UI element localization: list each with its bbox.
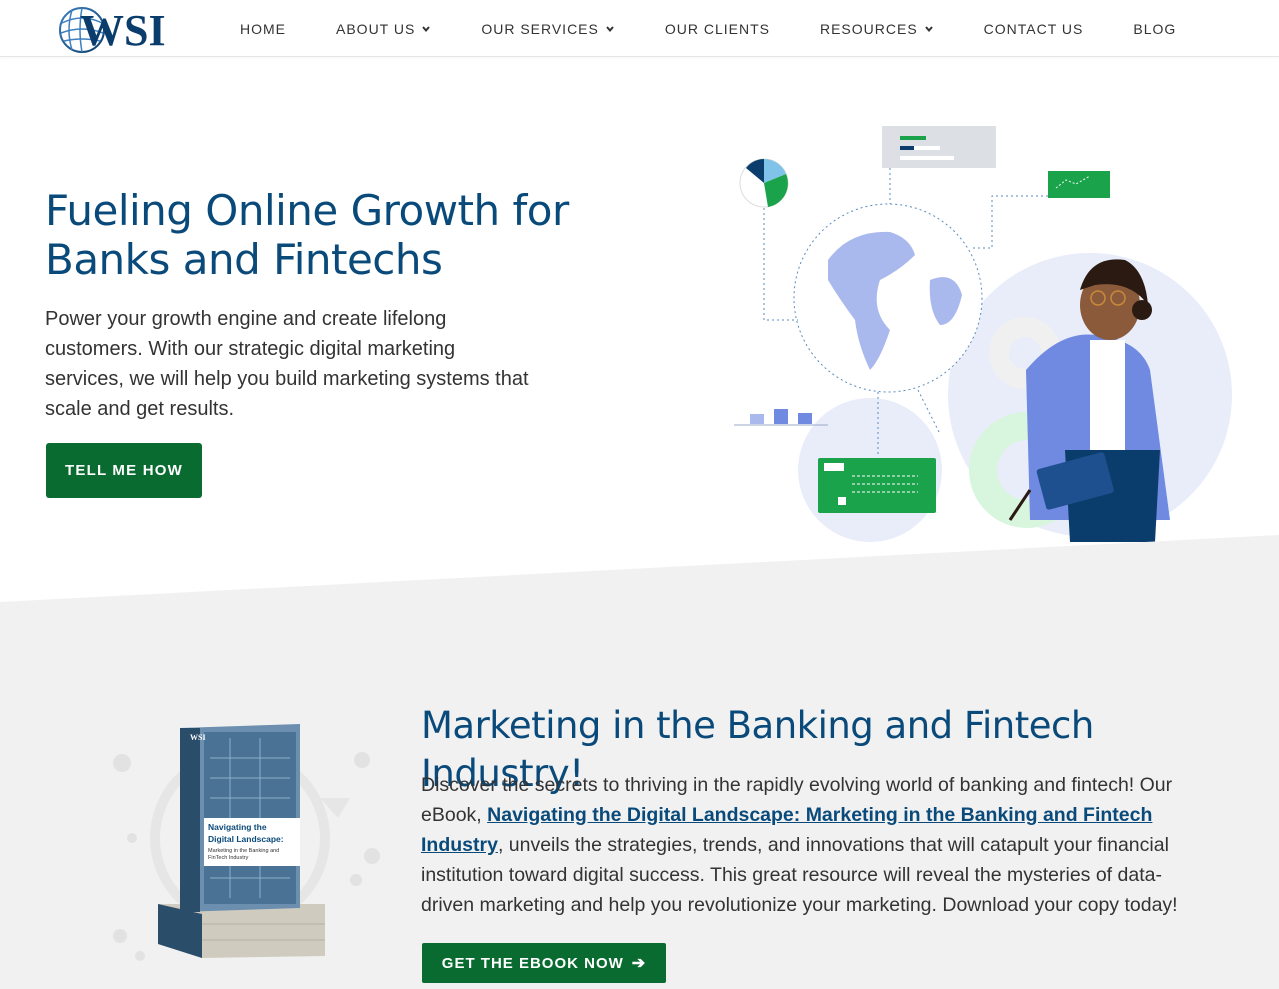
green-card-icon	[1048, 171, 1110, 198]
book-cover-subtitle-line1: Marketing in the Banking and	[208, 848, 279, 854]
book-cover-subtitle-line2: FinTech Industry	[208, 855, 249, 861]
wsi-logo[interactable]: WSI	[56, 3, 176, 55]
book-cover: Navigating the Digital Landscape: Market…	[180, 724, 300, 912]
nav-item-label: RESOURCES	[819, 20, 918, 37]
arrow-right-icon: ➔	[631, 955, 647, 972]
nav-item-our-clients[interactable]: OUR CLIENTS	[665, 21, 770, 37]
book-cover-title-line2: Digital Landscape:	[208, 834, 284, 844]
book-cover-title-line1: Navigating the	[208, 822, 267, 832]
chevron-down-icon	[606, 25, 614, 32]
hero-title: Fueling Online Growth for Banks and Fint…	[45, 186, 569, 284]
site-header: WSI HOME ABOUT US OUR SERVICES OUR CLIENTS R…	[0, 0, 1279, 57]
hero-illustration	[730, 120, 1240, 545]
nav-item-resources[interactable]: RESOURCES	[820, 21, 934, 37]
pie-chart-icon	[739, 158, 789, 208]
nav-item-label: OUR SERVICES	[481, 20, 599, 37]
nav-item-label: HOME	[240, 20, 286, 37]
nav-item-label: OUR CLIENTS	[664, 20, 770, 37]
ebook-description: Discover the secrets to thriving in the …	[421, 770, 1211, 920]
ebook-cover-illustration: Navigating the Digital Landscape: Market…	[100, 718, 390, 978]
nav-item-label: CONTACT US	[983, 20, 1084, 37]
nav-item-home[interactable]: HOME	[240, 21, 286, 37]
book-stack	[158, 904, 325, 958]
ebook-text-after: , unveils the strategies, trends, and in…	[421, 834, 1178, 916]
nav-item-label: BLOG	[1133, 20, 1177, 37]
nav-item-about-us[interactable]: ABOUT US	[336, 21, 431, 37]
book-logo: WSI	[190, 733, 206, 742]
hero-text: Power your growth engine and create life…	[45, 308, 529, 420]
nav-item-our-services[interactable]: OUR SERVICES	[481, 21, 615, 37]
nav-item-contact-us[interactable]: CONTACT US	[984, 21, 1084, 37]
get-ebook-button-label: GET THE EBOOK NOW	[441, 954, 624, 972]
logo-text: WSI	[80, 6, 166, 53]
chevron-down-icon	[924, 25, 933, 32]
nav-item-blog[interactable]: BLOG	[1133, 21, 1176, 37]
tell-me-how-button[interactable]: TELL ME HOW	[46, 443, 202, 498]
payment-card-icon	[818, 458, 936, 513]
get-ebook-button[interactable]: GET THE EBOOK NOW ➔	[422, 943, 666, 983]
main-nav: HOME ABOUT US OUR SERVICES OUR CLIENTS RESOU…	[240, 0, 1226, 57]
chevron-down-icon	[422, 25, 431, 32]
list-card-icon	[882, 126, 996, 168]
bar-chart-icon	[734, 409, 828, 426]
nav-item-label: ABOUT US	[336, 20, 416, 37]
